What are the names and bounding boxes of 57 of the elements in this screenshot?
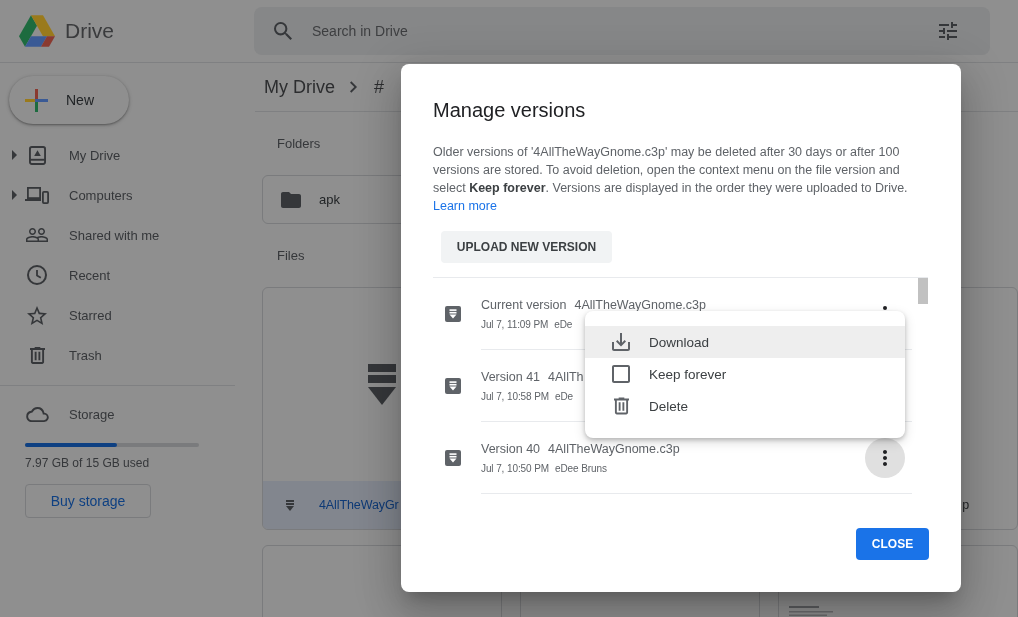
close-button[interactable]: CLOSE xyxy=(856,528,929,560)
app-name: Drive xyxy=(65,19,114,43)
menu-item[interactable]: Keep forever xyxy=(585,358,905,390)
plus-icon xyxy=(25,88,48,112)
sliders-icon[interactable] xyxy=(939,22,957,40)
more-icon xyxy=(883,449,887,466)
breadcrumb-item[interactable]: My Drive xyxy=(264,76,335,98)
drive-box-icon xyxy=(28,145,46,165)
menu-item[interactable]: Delete xyxy=(585,390,905,422)
section-heading: Files xyxy=(277,247,305,265)
version-author: eDe xyxy=(555,389,574,404)
bars-arrow-icon xyxy=(368,364,396,405)
trash-icon xyxy=(29,346,45,364)
version-file-name: 4AllTh xyxy=(548,368,584,386)
file-icon xyxy=(445,378,461,394)
download-icon xyxy=(612,333,630,351)
file-name: p xyxy=(962,498,969,512)
nav-item[interactable]: Computers xyxy=(0,175,240,215)
drive-logo xyxy=(19,15,55,47)
expand-arrow-icon[interactable] xyxy=(11,150,17,160)
file-icon xyxy=(445,306,461,322)
file-icon xyxy=(445,450,461,466)
menu-item[interactable]: Download xyxy=(585,326,905,358)
breadcrumb-item[interactable]: # xyxy=(374,76,384,98)
people-icon xyxy=(26,228,48,242)
upload-new-version-button[interactable]: UPLOAD NEW VERSION xyxy=(441,231,612,263)
new-button[interactable]: New xyxy=(9,76,129,124)
version-file-name: 4AllTheWayGnome.c3p xyxy=(548,440,680,458)
search-icon[interactable] xyxy=(274,22,292,40)
search-input[interactable]: Search in Drive xyxy=(312,19,919,43)
search-field[interactable]: Search in Drive xyxy=(254,7,990,55)
section-heading: Folders xyxy=(277,135,321,153)
storage-usage-text: 7.97 GB of 15 GB used xyxy=(25,455,150,471)
nav-item[interactable]: Starred xyxy=(0,295,240,335)
nav-item[interactable]: My Drive xyxy=(0,135,240,175)
chevron-right-icon xyxy=(350,81,357,93)
nav-item[interactable]: Recent xyxy=(0,255,240,295)
star-icon xyxy=(27,305,47,325)
learn-more-link[interactable]: Learn more xyxy=(433,197,497,215)
scrollbar-thumb[interactable] xyxy=(918,278,928,304)
expand-arrow-icon[interactable] xyxy=(11,190,17,200)
version-file-name: 4AllTheWayGnome.c3p xyxy=(574,296,706,314)
file-name: 4AllTheWayGr xyxy=(319,498,399,512)
trash-icon xyxy=(613,397,629,415)
nav-item[interactable]: Trash xyxy=(0,335,240,375)
storage-link[interactable]: Storage xyxy=(0,394,115,434)
clock-icon xyxy=(27,265,47,285)
dialog-title: Manage versions xyxy=(433,98,586,123)
cloud-icon xyxy=(25,406,49,422)
buy-storage-button[interactable]: Buy storage xyxy=(25,484,151,518)
bars-arrow-icon xyxy=(286,499,294,511)
more-button[interactable] xyxy=(865,437,905,478)
version-author: eDe xyxy=(554,317,573,332)
version-author: eDee Bruns xyxy=(555,461,607,476)
laptop-phone-icon xyxy=(25,186,49,204)
folder-icon xyxy=(281,191,301,208)
nav-item[interactable]: Shared with me xyxy=(0,215,240,255)
